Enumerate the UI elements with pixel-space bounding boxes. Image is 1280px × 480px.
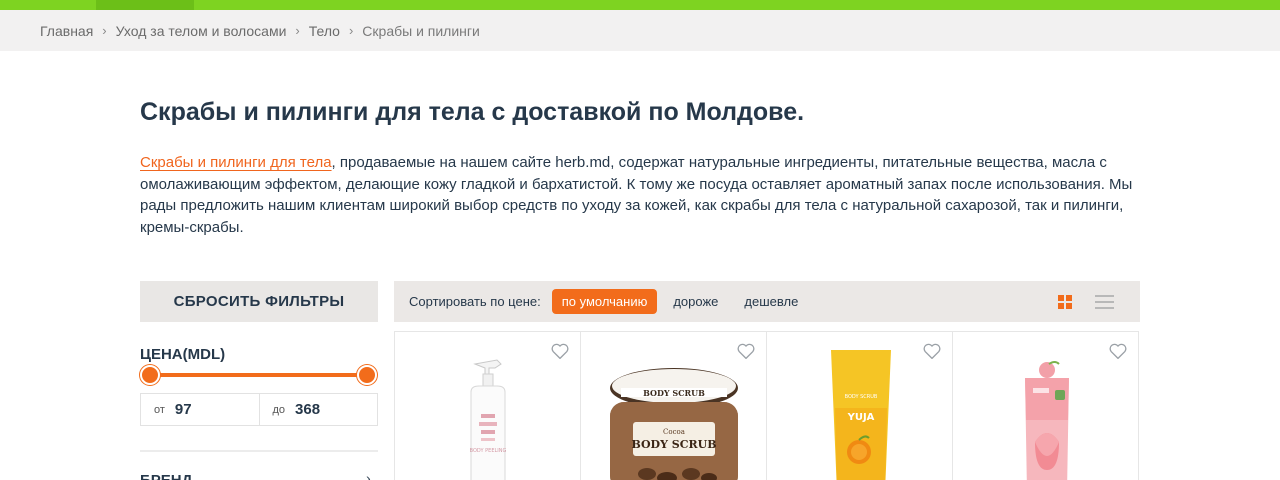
chevron-right-icon: › [102,23,107,38]
product-grid: BODY PEELING BODY SCRUB Cocoa BODY SCRUB [394,331,1140,480]
pink-tube-icon [1025,361,1069,480]
heart-icon[interactable] [922,342,942,360]
jar-label-small: Cocoa [663,428,685,436]
product-image-text: BODY PEELING [470,448,507,454]
jar-label-text: BODY SCRUB [631,438,716,451]
description-link[interactable]: Скрабы и пилинги для тела [140,154,332,171]
sort-default-button[interactable]: по умолчанию [551,289,658,314]
grid-view-icon[interactable] [1058,295,1072,309]
product-card[interactable]: BODY SCRUB YUJA [766,331,953,480]
product-card[interactable]: BODY SCRUB Cocoa BODY SCRUB [580,331,767,480]
top-green-bar [0,0,1280,10]
category-description: Скрабы и пилинги для тела, продаваемые н… [140,152,1140,238]
price-to-value[interactable]: 368 [295,401,320,418]
price-to-field[interactable]: до 368 [258,394,378,425]
brand-filter-title[interactable]: БРЕНД [140,472,192,480]
product-card[interactable]: BODY PEELING [394,331,581,480]
product-image[interactable]: BODY PEELING [457,352,517,480]
sort-bar: Сортировать по цене: по умолчанию дороже… [394,281,1140,322]
tube-label-small: BODY SCRUB [845,394,878,400]
chevron-right-icon: › [348,23,354,38]
chevron-right-icon[interactable]: › [366,470,371,480]
jar-lid-text: BODY SCRUB [643,388,705,398]
price-filter-title: ЦЕНА(MDL) [140,346,226,363]
heart-icon[interactable] [736,342,756,360]
product-image[interactable]: BODY SCRUB YUJA [829,348,893,480]
product-card[interactable] [952,331,1139,480]
spray-bottle-icon: BODY PEELING [470,359,507,480]
sort-label: Сортировать по цене: [409,294,541,309]
breadcrumb-body-hair-care[interactable]: Уход за телом и волосами [116,23,287,39]
breadcrumb-body[interactable]: Тело [309,23,340,39]
list-view-icon[interactable] [1095,295,1114,309]
breadcrumb-current: Скрабы и пилинги [362,22,480,39]
heart-icon[interactable] [1108,342,1128,360]
price-from-field[interactable]: от 97 [141,394,259,425]
price-slider-min-handle[interactable] [140,365,160,385]
heart-icon[interactable] [550,342,570,360]
sort-price-desc-button[interactable]: дороже [663,289,728,314]
breadcrumb: Главная › Уход за телом и волосами › Тел… [0,10,1280,51]
filter-divider [140,450,378,452]
page-title: Скрабы и пилинги для тела с доставкой по… [140,98,805,126]
sort-price-asc-button[interactable]: дешевле [734,289,808,314]
price-slider-max-handle[interactable] [357,365,377,385]
tube-label-text: YUJA [847,412,875,423]
product-image[interactable]: BODY SCRUB Cocoa BODY SCRUB [607,366,741,480]
price-to-label: до [272,403,286,416]
price-from-value[interactable]: 97 [175,401,192,418]
tube-icon: BODY SCRUB YUJA [831,350,891,480]
product-image[interactable] [1019,360,1075,480]
price-range-inputs: от 97 до 368 [140,393,378,426]
top-bar-active-tab[interactable] [96,0,194,10]
price-from-label: от [154,403,165,416]
price-slider-track[interactable] [150,373,368,377]
breadcrumb-home[interactable]: Главная [40,23,93,39]
scrub-jar-icon: BODY SCRUB Cocoa BODY SCRUB [610,368,738,480]
reset-filters-button[interactable]: СБРОСИТЬ ФИЛЬТРЫ [140,281,378,322]
chevron-right-icon: › [295,23,300,38]
